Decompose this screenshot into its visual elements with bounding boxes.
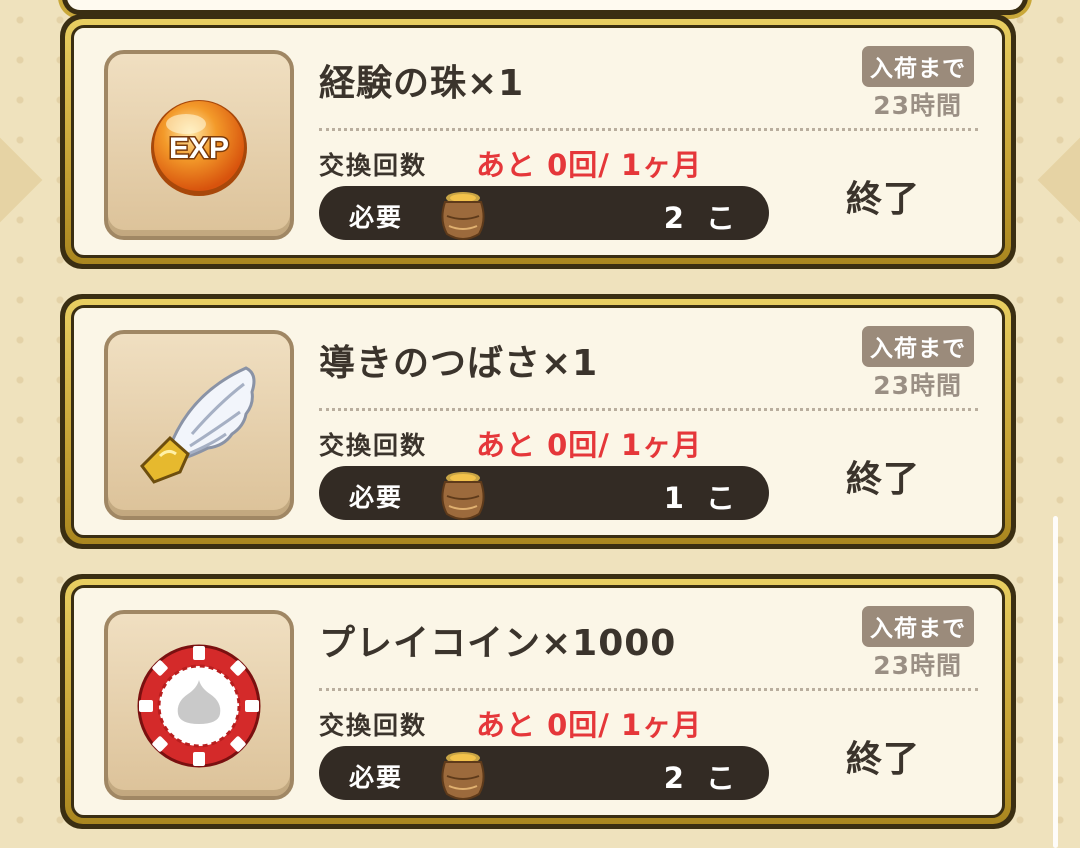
card-frame: プレイコイン×1000 入荷まで 23時間 交換回数 あと 0回/ 1ヶ月 必要…: [65, 579, 1011, 824]
divider: [319, 688, 978, 691]
background-ornament-left: [0, 137, 43, 223]
background-ornament-right: [1037, 137, 1080, 223]
divider: [319, 408, 978, 411]
play-coin-icon: [137, 644, 261, 768]
cost-label: 必要: [349, 203, 404, 232]
shop-item-card[interactable]: 導きのつばさ×1 入荷まで 23時間 交換回数 あと 0回/ 1ヶ月 必要 1 …: [60, 294, 1016, 549]
cost-pill: 必要 1 こ: [319, 466, 769, 520]
status-label: 終了: [846, 739, 921, 780]
exchange-count-value: あと 0回/ 1ヶ月: [476, 148, 703, 182]
shop-item-card[interactable]: EXP 経験の珠×1 入荷まで 23時間 交換回数 あと 0回/ 1ヶ月 必要 …: [60, 14, 1016, 269]
exchange-count-label: 交換回数: [319, 431, 428, 460]
restock-badge: 入荷まで: [862, 46, 974, 87]
cost-amount: 2 こ: [663, 761, 741, 795]
shop-item-card[interactable]: プレイコイン×1000 入荷まで 23時間 交換回数 あと 0回/ 1ヶ月 必要…: [60, 574, 1016, 829]
exp-orb-icon: EXP: [151, 100, 247, 196]
restock-time: 23時間: [873, 371, 962, 400]
scrollbar[interactable]: [1053, 516, 1058, 848]
cost-label: 必要: [349, 483, 404, 512]
card-frame: EXP 経験の珠×1 入荷まで 23時間 交換回数 あと 0回/ 1ヶ月 必要 …: [65, 19, 1011, 264]
pot-icon: [441, 752, 485, 800]
previous-card-edge: [62, 0, 1028, 15]
card-body: プレイコイン×1000 入荷まで 23時間 交換回数 あと 0回/ 1ヶ月 必要…: [71, 585, 1005, 818]
exchange-count-label: 交換回数: [319, 151, 428, 180]
item-name: 経験の珠×1: [319, 63, 525, 104]
cost-pill: 必要 2 こ: [319, 746, 769, 800]
cost-amount: 2 こ: [663, 201, 741, 235]
exchange-count-label: 交換回数: [319, 711, 428, 740]
card-body: EXP 経験の珠×1 入荷まで 23時間 交換回数 あと 0回/ 1ヶ月 必要 …: [71, 25, 1005, 258]
status-label: 終了: [846, 459, 921, 500]
item-name: 導きのつばさ×1: [319, 343, 599, 384]
divider: [319, 128, 978, 131]
restock-badge: 入荷まで: [862, 606, 974, 647]
svg-text:EXP: EXP: [169, 132, 229, 165]
wing-icon: [140, 366, 256, 484]
restock-time: 23時間: [873, 651, 962, 680]
restock-time: 23時間: [873, 91, 962, 120]
pot-icon: [441, 192, 485, 240]
exchange-count-value: あと 0回/ 1ヶ月: [476, 708, 703, 742]
exchange-count-value: あと 0回/ 1ヶ月: [476, 428, 703, 462]
cost-amount: 1 こ: [663, 481, 741, 515]
item-name: プレイコイン×1000: [319, 623, 677, 664]
item-icon-box: EXP: [104, 50, 294, 240]
card-frame: 導きのつばさ×1 入荷まで 23時間 交換回数 あと 0回/ 1ヶ月 必要 1 …: [65, 299, 1011, 544]
restock-badge: 入荷まで: [862, 326, 974, 367]
card-body: 導きのつばさ×1 入荷まで 23時間 交換回数 あと 0回/ 1ヶ月 必要 1 …: [71, 305, 1005, 538]
pot-icon: [441, 472, 485, 520]
item-icon-box: [104, 330, 294, 520]
status-label: 終了: [846, 179, 921, 220]
item-icon-box: [104, 610, 294, 800]
cost-pill: 必要 2 こ: [319, 186, 769, 240]
cost-label: 必要: [349, 763, 404, 792]
